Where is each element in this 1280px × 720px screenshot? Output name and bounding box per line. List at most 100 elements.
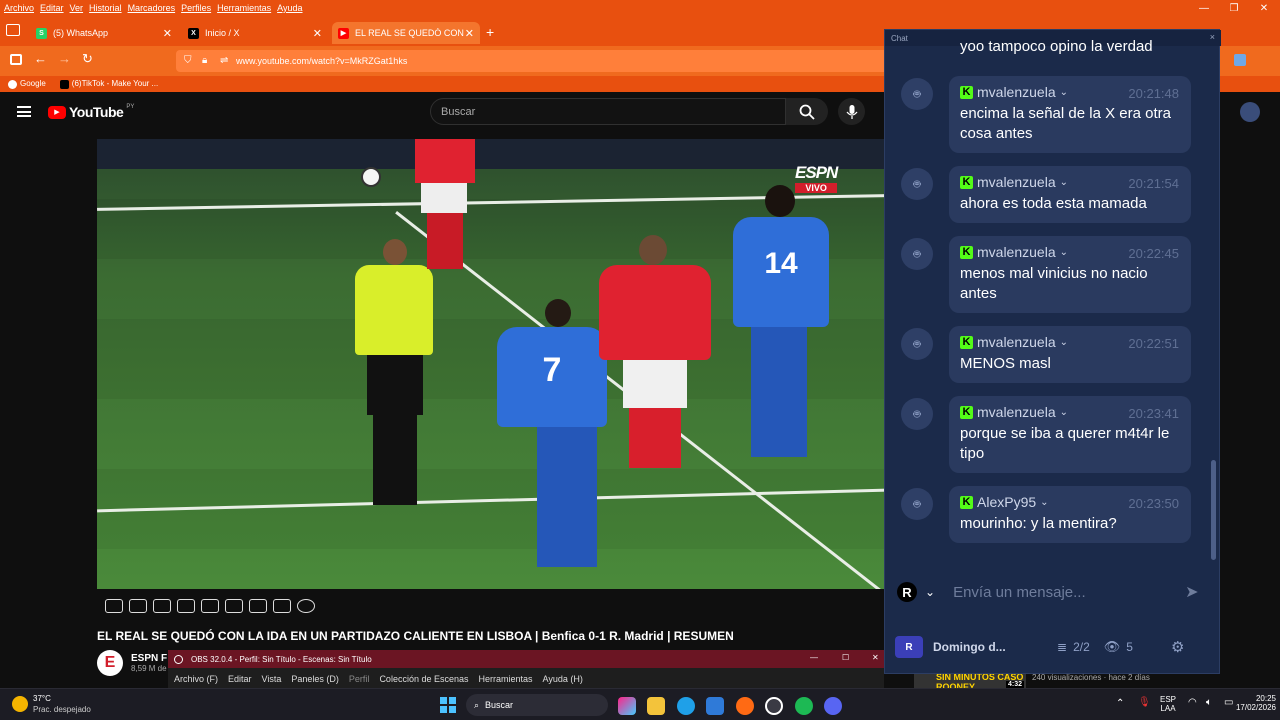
chat-username[interactable]: mvalenzuela	[977, 174, 1056, 190]
menu-ver[interactable]: Ver	[70, 3, 84, 13]
chat-username[interactable]: mvalenzuela	[977, 334, 1056, 350]
menu-editar[interactable]: Editar	[40, 3, 64, 13]
menu-herramientas[interactable]: Herramientas	[217, 3, 271, 13]
store-icon[interactable]	[706, 697, 724, 715]
gear-icon[interactable]	[297, 599, 315, 613]
clock[interactable]: 20:25 17/02/2026	[1226, 694, 1276, 712]
obs-menu-editar[interactable]: Editar	[228, 674, 252, 684]
tab-close-icon[interactable]: ✕	[465, 27, 474, 40]
minimize-icon[interactable]: —	[1190, 0, 1218, 16]
channel-icon[interactable]: R	[895, 636, 923, 658]
taskbar-search[interactable]: ⌕ Buscar	[466, 694, 608, 716]
shield-icon[interactable]: ⛉	[184, 55, 192, 66]
recommended-thumbnail[interactable]: SIN MINUTOS CASO ROONEY 4:32	[914, 672, 1026, 688]
obs-menu-vista[interactable]: Vista	[262, 674, 282, 684]
menu-marcadores[interactable]: Marcadores	[128, 3, 176, 13]
chevron-down-icon[interactable]: ⌄	[1060, 177, 1068, 188]
search-input[interactable]: Buscar	[430, 98, 786, 125]
user-avatar[interactable]: 🤖︎	[901, 238, 933, 270]
chevron-down-icon[interactable]: ⌄	[1060, 87, 1068, 98]
menu-perfiles[interactable]: Perfiles	[181, 3, 211, 13]
extension-icon[interactable]	[1234, 54, 1246, 66]
copilot-icon[interactable]	[618, 697, 636, 715]
channel-badge[interactable]: R	[897, 582, 917, 602]
hide-overlay-icon[interactable]	[153, 599, 171, 613]
chat-username[interactable]: mvalenzuela	[977, 244, 1056, 260]
back-icon[interactable]: ←	[34, 51, 47, 66]
lock-icon[interactable]: 🔒︎	[202, 55, 207, 66]
tab-youtube[interactable]: ▶ EL REAL SE QUEDÓ CON LA IDA ✕	[332, 22, 480, 44]
user-avatar[interactable]: 🤖︎	[901, 328, 933, 360]
obs-menu-ayuda[interactable]: Ayuda (H)	[543, 674, 583, 684]
chevron-down-icon[interactable]: ⌄	[1060, 407, 1068, 418]
chevron-up-icon[interactable]: ⌃	[1116, 698, 1124, 709]
tab-close-icon[interactable]: ✕	[163, 27, 172, 40]
send-icon[interactable]: ➤	[1185, 582, 1198, 602]
channel-name[interactable]: Domingo d...	[933, 640, 1043, 654]
language-indicator[interactable]: ESP LAA	[1160, 695, 1176, 713]
video-player[interactable]: 7 14 ESPN VIVO	[97, 139, 887, 589]
youtube-logo[interactable]: ▶ YouTube PY	[48, 104, 134, 120]
menu-ayuda[interactable]: Ayuda	[277, 3, 302, 13]
menu-archivo[interactable]: Archivo	[4, 3, 34, 13]
chevron-down-icon[interactable]: ⌄	[925, 585, 935, 599]
chat-username[interactable]: mvalenzuela	[977, 404, 1056, 420]
reload-icon[interactable]: ↻	[82, 51, 93, 67]
file-explorer-icon[interactable]	[647, 697, 665, 715]
menu-historial[interactable]: Historial	[89, 3, 122, 13]
cinema-icon[interactable]	[177, 599, 195, 613]
obs-menu-perfil[interactable]: Perfil	[349, 674, 370, 684]
microphone-button[interactable]	[838, 98, 865, 125]
audio-icon[interactable]	[129, 599, 147, 613]
search-button[interactable]	[786, 98, 828, 125]
screenshot-icon[interactable]	[273, 599, 291, 613]
chevron-down-icon[interactable]: ⌄	[1040, 497, 1048, 508]
tab-overview-icon[interactable]	[6, 24, 20, 36]
discord-icon[interactable]	[824, 697, 842, 715]
close-icon[interactable]: ×	[1210, 32, 1215, 42]
bookmark-tiktok[interactable]: (6)TikTok - Make Your ...	[59, 79, 158, 89]
chat-message-input[interactable]: Envía un mensaje...	[953, 584, 1173, 601]
obs-menu-herramientas[interactable]: Herramientas	[479, 674, 533, 684]
weather-temp[interactable]: 37°C	[33, 694, 51, 703]
pip-icon[interactable]	[201, 599, 219, 613]
close-icon[interactable]: ✕	[1250, 0, 1278, 16]
sidebar-icon[interactable]	[10, 54, 22, 65]
gear-icon[interactable]: ⚙︎	[1171, 638, 1184, 656]
avatar[interactable]	[1240, 102, 1260, 122]
loop-icon[interactable]	[105, 599, 123, 613]
obs-menu-paneles[interactable]: Paneles (D)	[291, 674, 339, 684]
obs-taskbar-icon[interactable]	[765, 697, 783, 715]
hamburger-menu-icon[interactable]	[17, 106, 31, 117]
microphone-icon[interactable]: 🎙︎	[1138, 697, 1151, 708]
user-avatar[interactable]: 🤖︎	[901, 398, 933, 430]
tab-close-icon[interactable]: ✕	[313, 27, 322, 40]
maximize-icon[interactable]: ❐	[1220, 0, 1248, 16]
user-avatar[interactable]: 🤖︎	[901, 78, 933, 110]
bookmark-google[interactable]: Google	[8, 79, 46, 89]
user-avatar[interactable]: 🤖︎	[901, 168, 933, 200]
firefox-icon[interactable]	[736, 697, 754, 715]
obs-menu-escenas[interactable]: Colección de Escenas	[379, 674, 468, 684]
chat-username[interactable]: mvalenzuela	[977, 84, 1056, 100]
chat-username[interactable]: AlexPy95	[977, 494, 1036, 510]
tab-whatsapp[interactable]: S (5) WhatsApp ✕	[30, 22, 178, 44]
new-tab-icon[interactable]: +	[486, 24, 494, 40]
channel-name[interactable]: ESPN F	[131, 653, 167, 664]
speed-icon[interactable]	[225, 599, 243, 613]
site-settings-icon[interactable]: ⇌	[220, 55, 228, 66]
chevron-down-icon[interactable]: ⌄	[1060, 247, 1068, 258]
address-bar[interactable]: ⛉ 🔒︎ ⇌ www.youtube.com/watch?v=MkRZGat1h…	[176, 50, 888, 72]
weather-icon[interactable]	[12, 696, 28, 712]
edge-icon[interactable]	[677, 697, 695, 715]
add-icon[interactable]	[249, 599, 267, 613]
windows-start-icon[interactable]	[440, 697, 456, 713]
volume-icon[interactable]: 🔈︎	[1206, 697, 1212, 708]
spotify-icon[interactable]	[795, 697, 813, 715]
channel-avatar[interactable]: E	[97, 650, 123, 676]
maximize-icon[interactable]: ☐	[842, 653, 849, 662]
close-icon[interactable]: ✕	[872, 653, 879, 662]
user-avatar[interactable]: 🤖︎	[901, 488, 933, 520]
forward-icon[interactable]: →	[58, 51, 71, 66]
chevron-down-icon[interactable]: ⌄	[1060, 337, 1068, 348]
